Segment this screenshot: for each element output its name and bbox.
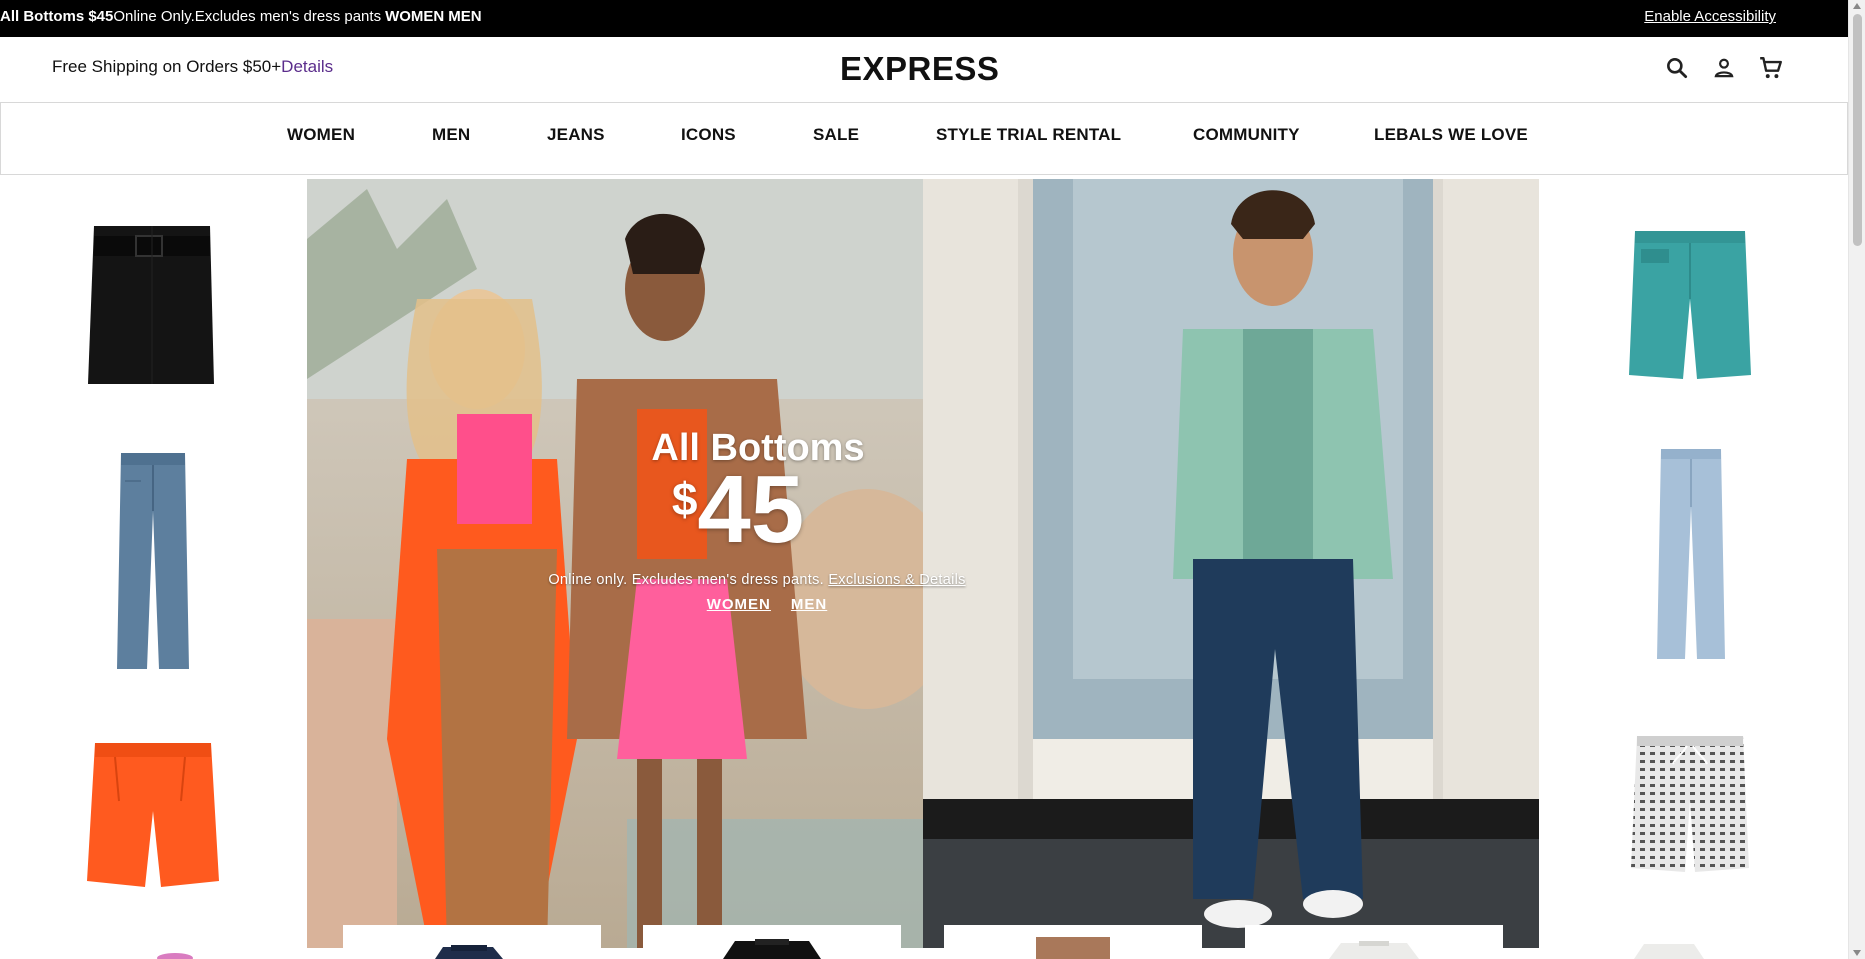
product-partial-white-shirt[interactable]	[1618, 930, 1718, 959]
product-teal-shorts[interactable]	[1627, 229, 1753, 379]
product-card-navy-shirt[interactable]	[343, 925, 601, 959]
hero-details-link[interactable]: Exclusions & Details	[828, 572, 965, 588]
hero-price-amount: 45	[697, 456, 805, 563]
scroll-up-arrow-icon[interactable]	[1853, 3, 1861, 9]
site-header: Free Shipping on Orders $50+Details EXPR…	[0, 37, 1848, 102]
hero-subtitle: Online only. Excludes men's dress pants.…	[457, 572, 1057, 588]
nav-item-lebals-we-love[interactable]: LEBALS WE LOVE	[1374, 125, 1528, 145]
hero-image-women	[307, 179, 923, 948]
scrollbar-thumb[interactable]	[1853, 14, 1862, 246]
product-black-skirt[interactable]	[84, 224, 220, 389]
cart-icon[interactable]	[1758, 55, 1784, 81]
product-thumbnail	[435, 945, 503, 959]
page-scrollbar[interactable]	[1848, 0, 1865, 959]
product-light-jeans[interactable]	[1655, 447, 1727, 661]
enable-accessibility-link[interactable]: Enable Accessibility	[1644, 0, 1776, 33]
product-patterned-shorts[interactable]	[1629, 734, 1751, 874]
hero-subtitle-text: Online only. Excludes men's dress pants.	[548, 572, 824, 588]
promo-detail: Online Only.Excludes men's dress pants	[113, 8, 382, 25]
account-icon[interactable]	[1711, 55, 1737, 81]
promo-headline: All Bottoms $45	[0, 8, 114, 25]
left-product-column	[16, 179, 296, 959]
hero-price: $45	[613, 462, 863, 558]
product-card-white-shirt[interactable]	[1245, 925, 1503, 959]
product-thumbnail	[1036, 937, 1110, 959]
hero-cta-links: WOMEN MEN	[647, 596, 887, 613]
nav-item-women[interactable]: WOMEN	[287, 125, 355, 145]
hero-image-men	[923, 179, 1539, 948]
shipping-details-link[interactable]: Details	[281, 57, 333, 76]
scroll-down-arrow-icon[interactable]	[1853, 950, 1861, 956]
product-blue-jeans[interactable]	[115, 451, 191, 671]
product-orange-shorts[interactable]	[85, 741, 221, 889]
product-thumbnail	[723, 939, 821, 959]
hero-link-women[interactable]: WOMEN	[707, 596, 771, 613]
free-shipping-message: Free Shipping on Orders $50+Details	[52, 57, 333, 77]
hero-price-currency: $	[671, 473, 698, 525]
hero-link-men[interactable]: MEN	[791, 596, 827, 613]
nav-item-icons[interactable]: ICONS	[681, 125, 736, 145]
nav-item-jeans[interactable]: JEANS	[547, 125, 605, 145]
product-thumbnail	[1329, 941, 1419, 959]
hero-banner[interactable]: All Bottoms $45 Online only. Excludes me…	[307, 179, 1539, 948]
promo-link-women[interactable]: WOMEN	[385, 8, 444, 25]
main-nav: WOMEN MEN JEANS ICONS SALE STYLE TRIAL R…	[0, 102, 1848, 175]
promo-link-men[interactable]: MEN	[448, 8, 481, 25]
nav-item-community[interactable]: COMMUNITY	[1193, 125, 1300, 145]
product-card-brown-pants[interactable]	[944, 925, 1202, 959]
nav-item-men[interactable]: MEN	[432, 125, 470, 145]
nav-item-sale[interactable]: SALE	[813, 125, 859, 145]
promo-message: All Bottoms $45Online Only.Excludes men'…	[0, 0, 482, 33]
free-shipping-text: Free Shipping on Orders $50+	[52, 57, 282, 76]
product-card-black-shirt[interactable]	[643, 925, 901, 959]
express-logo[interactable]: EXPRESS	[840, 50, 999, 88]
product-partial-pink-item[interactable]	[150, 948, 200, 959]
promo-bar: All Bottoms $45Online Only.Excludes men'…	[0, 0, 1848, 37]
right-product-column	[1555, 179, 1835, 959]
nav-item-style-trial-rental[interactable]: STYLE TRIAL RENTAL	[936, 125, 1121, 145]
search-icon[interactable]	[1664, 55, 1690, 81]
